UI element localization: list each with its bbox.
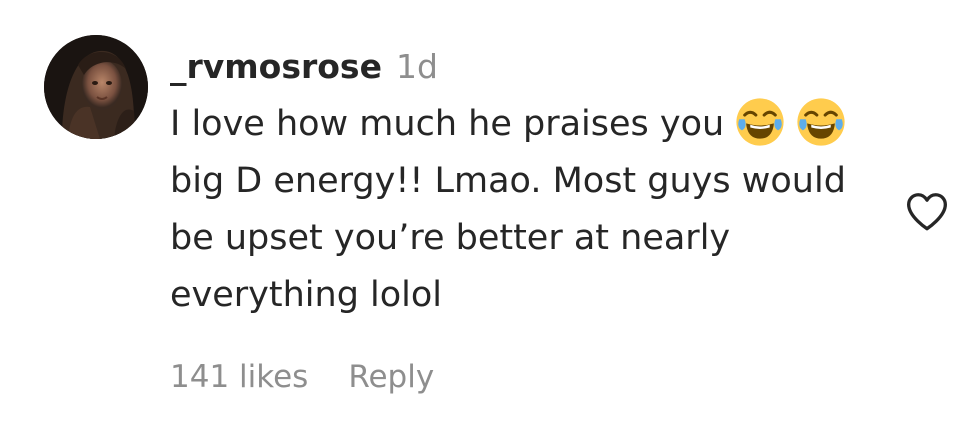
comment-actions: 141 likes Reply bbox=[170, 352, 434, 402]
username-link[interactable]: _rvmosrose bbox=[170, 47, 382, 86]
likes-count-link[interactable]: 141 likes bbox=[170, 359, 308, 395]
comment-text: I love how much he praises you big D ene… bbox=[170, 96, 870, 324]
like-button[interactable] bbox=[902, 186, 952, 236]
comment-item: _rvmosrose 1d I love how much he praises… bbox=[0, 0, 980, 441]
tears-of-joy-emoji-icon bbox=[796, 97, 846, 147]
comment-header: _rvmosrose 1d bbox=[170, 36, 880, 96]
avatar-image bbox=[44, 35, 148, 139]
avatar[interactable] bbox=[44, 35, 148, 139]
heart-outline-icon bbox=[907, 193, 947, 231]
comment-text-part-1: I love how much he praises you bbox=[170, 104, 736, 144]
timestamp: 1d bbox=[395, 46, 438, 86]
comment-text-part-3: big D energy!! Lmao. Most guys would be … bbox=[170, 161, 846, 315]
tears-of-joy-emoji-icon bbox=[735, 97, 785, 147]
comment-content: _rvmosrose 1d I love how much he praises… bbox=[170, 36, 880, 324]
reply-button[interactable]: Reply bbox=[348, 359, 434, 395]
comment-text-part-2 bbox=[785, 104, 796, 144]
